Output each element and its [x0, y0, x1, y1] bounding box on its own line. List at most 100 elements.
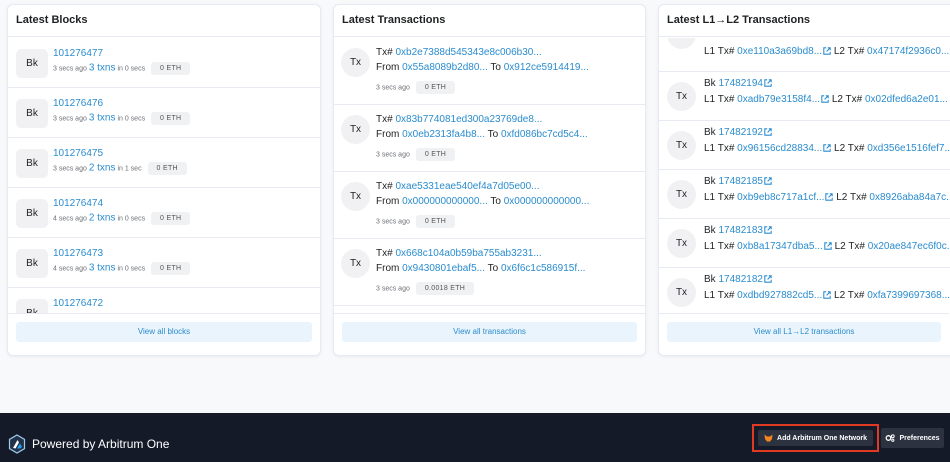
tx-from-link[interactable]: 0x9430801ebaf5... — [402, 263, 485, 274]
l1l2-list: L1 Tx# 0xe110a3a69bd8... L2 Tx# 0x47174f… — [659, 38, 950, 313]
block-label: Bk — [704, 225, 716, 236]
arbitrum-logo-icon — [8, 434, 26, 454]
latest-blocks-title: Latest Blocks — [8, 5, 320, 37]
external-link-icon[interactable] — [764, 128, 772, 136]
tx-to-link[interactable]: 0x000000000000... — [504, 196, 590, 207]
tx-icon: Tx — [667, 82, 696, 111]
l1-tx-link[interactable]: 0xb8a17347dba5... — [737, 241, 823, 252]
block-number-link[interactable]: 101276476 — [53, 98, 103, 109]
l2-tx-label: L2 Tx# — [833, 46, 865, 57]
l1-tx-link[interactable]: 0xdbd927882cd5... — [737, 290, 822, 301]
tx-from-label: From — [376, 62, 400, 73]
tx-from-label: From — [376, 263, 400, 274]
block-meta: 3 secs ago 3 txns in 0 secs 0 ETH — [53, 112, 191, 125]
l1-tx-link[interactable]: 0xb9eb8c717a1cf... — [737, 192, 824, 203]
block-txns-link[interactable]: 2 txns — [89, 162, 116, 173]
block-icon: Bk — [16, 299, 48, 313]
block-reward-badge: 0 ETH — [151, 262, 191, 275]
external-link-icon[interactable] — [825, 193, 834, 201]
tx-to-link[interactable]: 0x912ce5914419... — [504, 62, 589, 73]
block-txns-link[interactable]: 2 txns — [89, 212, 116, 223]
block-reward-badge: 0 ETH — [151, 62, 191, 75]
external-link-icon[interactable] — [823, 291, 831, 299]
block-txns-link[interactable]: 3 txns — [89, 112, 116, 123]
tx-age: 3 secs ago — [376, 285, 410, 293]
blocks-list: Bk 101276477 3 secs ago 3 txns in 0 secs… — [8, 38, 320, 313]
block-txns-link[interactable]: 3 txns — [89, 62, 116, 73]
tx-icon: Tx — [667, 180, 696, 209]
l1-tx-link[interactable]: 0x96156cd28834... — [737, 143, 822, 154]
tx-to-link[interactable]: 0xfd086bc7cd5c4... — [501, 129, 588, 140]
block-number-link[interactable]: 17482183 — [718, 225, 763, 236]
block-icon: Bk — [16, 49, 48, 78]
tx-to-link[interactable]: 0x6f6c1c586915f... — [501, 263, 586, 274]
l1-tx-label: L1 Tx# — [704, 46, 735, 57]
latest-blocks-card: Latest Blocks Bk 101276477 3 secs ago 3 … — [7, 4, 321, 356]
tx-hash-link[interactable]: 0xae5331eae540ef4a7d05e00... — [395, 181, 539, 192]
l1-tx-label: L1 Tx# — [704, 143, 735, 154]
l2-tx-link[interactable]: 0x02dfed6a2e01... — [865, 94, 948, 105]
block-meta: 3 secs ago 2 txns in 1 sec 0 ETH — [53, 162, 187, 175]
block-number-link[interactable]: 101276473 — [53, 248, 103, 259]
tx-from-link[interactable]: 0x55a8089b2d80... — [402, 62, 488, 73]
block-icon: Bk — [16, 199, 48, 228]
l1-tx-link[interactable]: 0xe110a3a69bd8... — [737, 46, 822, 57]
preferences-button[interactable]: Preferences — [881, 428, 944, 448]
external-link-icon[interactable] — [824, 242, 832, 250]
latest-transactions-card: Latest Transactions Tx Tx# 0xb2e7388d545… — [333, 4, 646, 356]
l1l2-row: Tx Bk 17482194 L1 Tx# 0xadb79e3158f4... … — [659, 72, 950, 121]
l2-tx-link[interactable]: 0x8926aba84a7c... — [869, 192, 950, 203]
site-footer: Powered by Arbitrum One Add Arbitrum One… — [0, 413, 950, 462]
add-network-highlight: Add Arbitrum One Network — [752, 424, 879, 452]
block-age: 4 secs ago — [53, 265, 87, 273]
l1l2-row: Tx Bk 17482185 L1 Tx# 0xb9eb8c717a1cf...… — [659, 170, 950, 219]
external-link-icon[interactable] — [823, 47, 831, 55]
external-link-icon[interactable] — [823, 144, 831, 152]
block-label: Bk — [704, 176, 716, 187]
external-link-icon[interactable] — [764, 177, 772, 185]
block-number-link[interactable]: 101276472 — [53, 298, 103, 309]
block-age: 4 secs ago — [53, 215, 87, 223]
tx-from-label: From — [376, 196, 400, 207]
block-number-link[interactable]: 17482192 — [718, 127, 763, 138]
tx-hash-link[interactable]: 0x83b774081ed300a23769de8... — [395, 114, 542, 125]
l2-tx-link[interactable]: 0xfa7399697368... — [867, 290, 950, 301]
l1l2-row-partial: L1 Tx# 0xe110a3a69bd8... L2 Tx# 0x47174f… — [659, 38, 950, 72]
l1-tx-link[interactable]: 0xadb79e3158f4... — [737, 94, 820, 105]
block-number-link[interactable]: 101276475 — [53, 148, 103, 159]
view-all-l1l2-button[interactable]: View all L1→L2 transactions — [667, 322, 941, 342]
tx-hash-label: Tx# — [376, 248, 393, 259]
external-link-icon[interactable] — [821, 95, 829, 103]
add-network-button[interactable]: Add Arbitrum One Network — [758, 430, 873, 446]
block-duration: in 0 secs — [117, 215, 146, 223]
block-row: Bk 101276474 4 secs ago 2 txns in 0 secs… — [8, 188, 320, 238]
transaction-row: Tx Tx# 0xae5331eae540ef4a7d05e00... From… — [334, 172, 645, 239]
tx-hash-link[interactable]: 0xb2e7388d545343e8c006b30... — [395, 47, 541, 58]
latest-transactions-title: Latest Transactions — [334, 5, 645, 37]
block-duration: in 0 secs — [117, 115, 146, 123]
l2-tx-link[interactable]: 0x20ae847ec6f0c... — [868, 241, 950, 252]
block-age: 3 secs ago — [53, 115, 87, 123]
block-reward-badge: 0 ETH — [151, 212, 191, 225]
latest-l1l2-title: Latest L1→L2 Transactions — [659, 5, 950, 37]
block-meta: 3 secs ago 3 txns in 0 secs 0 ETH — [53, 62, 191, 75]
l2-tx-link[interactable]: 0xd356e1516fef7... — [867, 143, 950, 154]
view-all-blocks-button[interactable]: View all blocks — [16, 322, 312, 342]
l2-tx-link[interactable]: 0x47174f2936c0... — [867, 46, 949, 57]
tx-hash-link[interactable]: 0x668c104a0b59ba755ab3231... — [395, 248, 541, 259]
view-all-transactions-button[interactable]: View all transactions — [342, 322, 637, 342]
block-number-link[interactable]: 17482185 — [718, 176, 763, 187]
block-number-link[interactable]: 17482182 — [718, 274, 763, 285]
block-number-link[interactable]: 17482194 — [718, 78, 763, 89]
external-link-icon[interactable] — [764, 275, 772, 283]
block-number-link[interactable]: 101276474 — [53, 198, 103, 209]
tx-from-link[interactable]: 0x0eb2313fa4b8... — [402, 129, 485, 140]
block-txns-link[interactable]: 3 txns — [89, 262, 116, 273]
block-number-link[interactable]: 101276477 — [53, 48, 103, 59]
tx-icon — [667, 38, 696, 49]
block-row: Bk 101276472 — [8, 288, 320, 313]
external-link-icon[interactable] — [764, 226, 772, 234]
l2-tx-label: L2 Tx# — [834, 290, 865, 301]
tx-from-link[interactable]: 0x000000000000... — [402, 196, 488, 207]
external-link-icon[interactable] — [764, 79, 772, 87]
